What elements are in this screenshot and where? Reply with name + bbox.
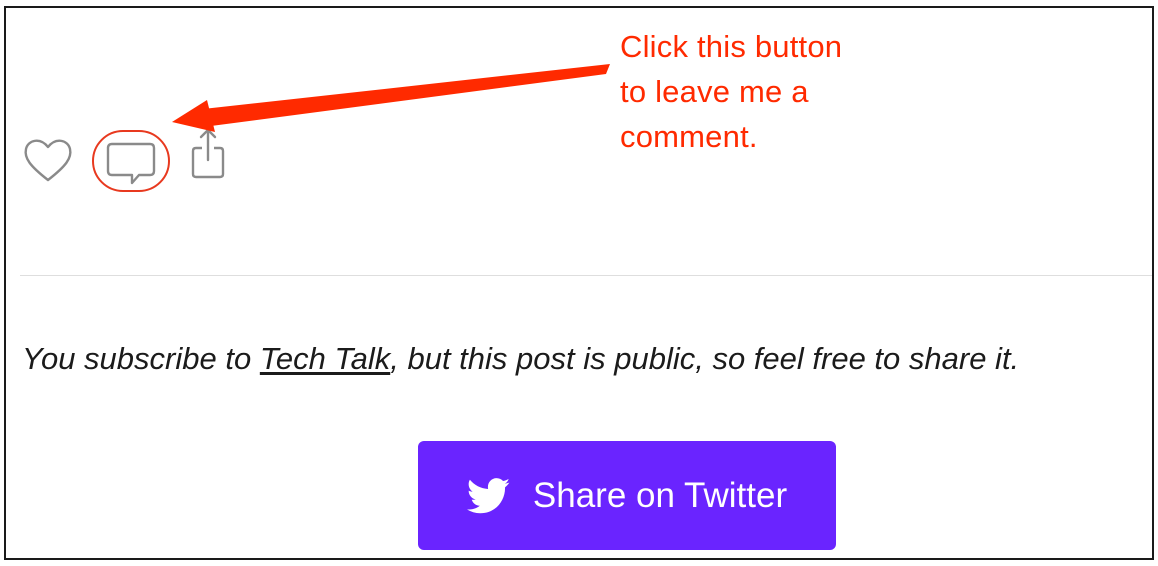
subscription-notice: You subscribe to Tech Talk, but this pos… <box>22 339 1150 379</box>
twitter-bird-icon <box>466 477 510 513</box>
annotation-note: Click this button to leave me a comment. <box>620 24 920 159</box>
notice-text-before: You subscribe to <box>22 341 260 376</box>
annotation-line: Click this button <box>620 29 843 64</box>
share-on-twitter-button[interactable]: Share on Twitter <box>418 441 836 550</box>
share-on-twitter-label: Share on Twitter <box>532 475 788 515</box>
annotation-line: to leave me a <box>620 74 809 109</box>
annotation-arrow-icon <box>172 64 610 132</box>
annotation-line: comment. <box>620 119 758 154</box>
notice-text-after: , but this post is public, so feel free … <box>390 341 1020 376</box>
post-footer-panel: Click this button to leave me a comment.… <box>4 6 1154 560</box>
section-divider <box>20 275 1152 276</box>
publication-link[interactable]: Tech Talk <box>260 341 390 376</box>
